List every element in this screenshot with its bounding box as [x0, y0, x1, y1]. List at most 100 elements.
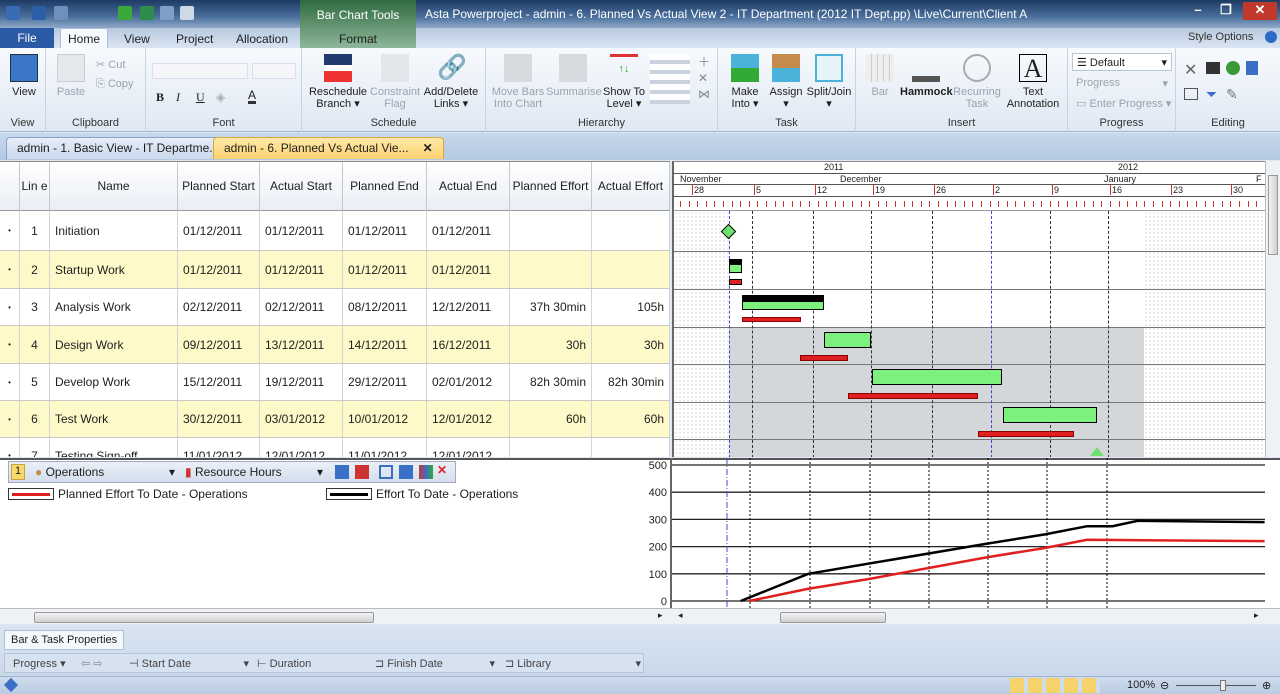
gantt-horizontal-scrollbar[interactable]: ◂ ▸ — [672, 608, 1280, 624]
replace-icon[interactable] — [1246, 61, 1258, 75]
expand-handle[interactable]: • — [0, 438, 20, 457]
zoom-out-button[interactable]: ⊖ — [1160, 679, 1169, 692]
cell-aeff[interactable]: 82h 30min — [592, 364, 670, 400]
clear-format-icon[interactable]: ✎ — [1226, 86, 1238, 103]
cell-peff[interactable]: 60h — [510, 401, 592, 437]
expand-handle[interactable]: • — [0, 364, 20, 400]
stack-icon[interactable] — [140, 6, 154, 20]
cell-line[interactable]: 5 — [20, 364, 50, 400]
page-number[interactable]: 1 — [11, 464, 25, 480]
cell-as[interactable]: 01/12/2011 — [260, 251, 343, 288]
close-window-button[interactable]: ✕ — [1243, 2, 1277, 20]
constraint-flag-button[interactable]: Constraint Flag — [368, 54, 422, 110]
cell-ps[interactable]: 30/12/2011 — [178, 401, 260, 437]
font-color-button[interactable]: A — [248, 88, 256, 102]
bar-startup-planned[interactable] — [729, 279, 742, 285]
doc-tab-planned-vs-actual[interactable]: admin - 6. Planned Vs Actual Vie... ✕ — [213, 137, 444, 159]
header-planned-end[interactable]: Planned End — [343, 162, 427, 211]
assign-button[interactable]: Assign ▾ — [766, 54, 806, 110]
cell-as[interactable]: 02/12/2011 — [260, 289, 343, 325]
table-row[interactable]: • 7 Testing Sign-off 11/01/2012 12/01/2012 11… — [0, 438, 670, 457]
cell-aeff[interactable]: 30h — [592, 326, 670, 363]
cell-peff[interactable]: 82h 30min — [510, 364, 592, 400]
progress-dropdown[interactable]: Progress ▾ — [13, 657, 66, 670]
scroll-right-arrow[interactable]: ▸ — [658, 610, 663, 621]
view-mode-buttons[interactable] — [1010, 678, 1100, 693]
header-actual-start[interactable]: Actual Start — [260, 162, 343, 211]
header-name[interactable]: Name — [50, 162, 178, 211]
cell-pe[interactable]: 14/12/2011 — [343, 326, 427, 363]
style-options-menu[interactable]: Style Options — [1188, 31, 1253, 43]
cell-line[interactable]: 3 — [20, 289, 50, 325]
library-field[interactable]: ⊐ Library ▾ — [505, 657, 645, 670]
table-row[interactable]: • 5 Develop Work 15/12/2011 19/12/2011 29/12/… — [0, 364, 670, 401]
paste-button[interactable]: Paste — [54, 54, 88, 98]
cell-ps[interactable]: 11/01/2012 — [178, 438, 260, 457]
cell-ps[interactable]: 01/12/2011 — [178, 211, 260, 250]
scroll-thumb[interactable] — [34, 612, 374, 623]
cell-name[interactable]: Analysis Work — [50, 289, 178, 325]
split-view-icon[interactable] — [379, 465, 393, 479]
progress-select[interactable]: Progress ▾ — [1072, 75, 1172, 93]
move-bars-button[interactable]: Move Bars Into Chart — [490, 54, 546, 110]
cell-aeff[interactable]: 60h — [592, 401, 670, 437]
minimize-button[interactable]: – — [1185, 2, 1211, 20]
help-icon[interactable] — [1265, 31, 1277, 43]
chart-icon[interactable] — [399, 465, 413, 479]
finish-date-field[interactable]: ⊐ Finish Date ▾ — [375, 657, 495, 670]
enter-progress-button[interactable]: ▭ Enter Progress ▾ — [1076, 97, 1171, 110]
cell-name[interactable]: Initiation — [50, 211, 178, 250]
duration-field[interactable]: ⊢ Duration — [257, 657, 311, 670]
cell-aeff[interactable]: 105h — [592, 289, 670, 325]
nav-arrows-icon[interactable]: ⇦ ⇨ — [81, 657, 103, 670]
font-size-select[interactable] — [252, 63, 296, 79]
maximize-button[interactable]: ❐ — [1213, 2, 1239, 20]
split-join-button[interactable]: Split/Join ▾ — [806, 54, 852, 110]
header-line[interactable]: Lin e — [20, 162, 50, 211]
bar-task-properties-tab[interactable]: Bar & Task Properties — [4, 630, 125, 650]
measure-select[interactable]: ▮ Resource Hours ▾ — [181, 463, 327, 481]
cell-pe[interactable]: 11/01/2012 — [343, 438, 427, 457]
checklist-icon[interactable] — [180, 6, 194, 20]
cell-pe[interactable]: 01/12/2011 — [343, 251, 427, 288]
scroll-thumb[interactable] — [780, 612, 886, 623]
cell-line[interactable]: 2 — [20, 251, 50, 288]
progress-style-select[interactable]: ☰ Default ▾ — [1072, 53, 1172, 71]
table-row[interactable]: • 1 Initiation 01/12/2011 01/12/2011 01/12/20… — [0, 211, 670, 251]
cell-peff[interactable]: 30h — [510, 326, 592, 363]
indent-outdent-icons[interactable] — [650, 54, 690, 104]
expand-handle[interactable]: • — [0, 251, 20, 288]
table-row[interactable]: • 6 Test Work 30/12/2011 03/01/2012 10/01/201… — [0, 401, 670, 438]
bar-analysis-planned[interactable] — [742, 317, 801, 322]
refresh-icon[interactable] — [1226, 61, 1240, 75]
cell-ae[interactable]: 12/01/2012 — [427, 401, 510, 437]
zoom-in-button[interactable]: ⊕ — [1262, 679, 1271, 692]
cell-peff[interactable] — [510, 251, 592, 288]
show-to-level-button[interactable]: ↑↓ Show To Level ▾ — [600, 54, 648, 110]
table-row[interactable]: • 3 Analysis Work 02/12/2011 02/12/2011 08/12… — [0, 289, 670, 326]
cell-aeff[interactable] — [592, 438, 670, 457]
histogram-properties-icon[interactable] — [335, 465, 349, 479]
delete-icon[interactable]: ✕ — [1184, 60, 1197, 80]
cell-aeff[interactable] — [592, 211, 670, 250]
bar-design-planned[interactable] — [800, 355, 848, 361]
header-planned-effort[interactable]: Planned Effort — [510, 162, 592, 211]
recurring-task-button[interactable]: Recurring Task — [952, 54, 1002, 110]
expand-handle[interactable]: • — [0, 211, 20, 250]
close-tab-icon[interactable]: ✕ — [423, 141, 433, 155]
cell-as[interactable]: 01/12/2011 — [260, 211, 343, 250]
expand-handle[interactable]: • — [0, 289, 20, 325]
make-into-button[interactable]: Make Into ▾ — [724, 54, 766, 110]
zoom-slider[interactable] — [1176, 685, 1256, 686]
cell-line[interactable]: 4 — [20, 326, 50, 363]
save-icon[interactable] — [32, 6, 46, 20]
cell-ae[interactable]: 01/12/2011 — [427, 211, 510, 250]
cell-name[interactable]: Design Work — [50, 326, 178, 363]
up-arrow-icon[interactable] — [118, 6, 132, 20]
bar-develop-planned[interactable] — [848, 393, 978, 399]
tab-file[interactable]: File — [0, 28, 54, 48]
text-annotation-button[interactable]: A Text Annotation — [1002, 54, 1064, 110]
cell-as[interactable]: 12/01/2012 — [260, 438, 343, 457]
doc-tab-basic-view[interactable]: admin - 1. Basic View - IT Departme... — [6, 137, 231, 159]
header-actual-end[interactable]: Actual End — [427, 162, 510, 211]
